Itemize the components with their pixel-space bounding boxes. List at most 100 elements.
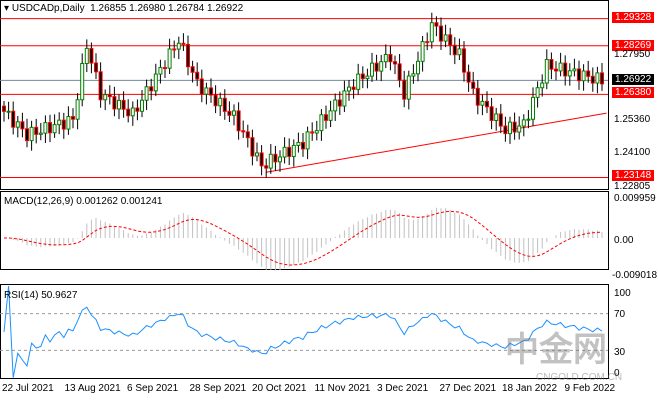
macd-tick: 0.00 bbox=[614, 235, 634, 246]
candle bbox=[429, 22, 434, 43]
candle bbox=[259, 152, 264, 167]
candle bbox=[255, 152, 259, 157]
candle bbox=[443, 34, 448, 42]
candle bbox=[117, 99, 121, 110]
candle bbox=[204, 87, 209, 95]
candle bbox=[402, 79, 407, 100]
candle bbox=[577, 68, 581, 82]
candle bbox=[190, 66, 195, 73]
candle bbox=[489, 106, 494, 122]
x-axis-label: 27 Dec 2021 bbox=[439, 383, 497, 394]
x-axis-label: 3 Dec 2021 bbox=[377, 383, 429, 394]
candle bbox=[236, 110, 241, 132]
candle bbox=[107, 94, 112, 98]
candle bbox=[475, 87, 480, 106]
candle bbox=[466, 71, 471, 83]
candle bbox=[232, 110, 236, 116]
candle bbox=[521, 119, 526, 127]
candle bbox=[301, 141, 305, 150]
y-tick: 1.22805 bbox=[614, 181, 651, 192]
x-axis-label: 22 Jul 2021 bbox=[2, 383, 54, 394]
candle bbox=[57, 119, 62, 126]
symbol: USDCADp,Daily bbox=[11, 3, 85, 14]
candle bbox=[328, 110, 333, 121]
candle bbox=[347, 86, 351, 92]
candle bbox=[278, 156, 282, 163]
candle bbox=[590, 75, 595, 84]
candle bbox=[38, 132, 43, 135]
current-price-label: 1.26922 bbox=[612, 74, 655, 85]
candle bbox=[540, 82, 545, 89]
candle bbox=[250, 137, 255, 157]
candle bbox=[48, 122, 52, 134]
x-axis-label: 9 Feb 2022 bbox=[564, 383, 616, 394]
macd-tick: -0.009018 bbox=[612, 270, 658, 281]
candle bbox=[80, 63, 85, 101]
y-tick: 1.24100 bbox=[614, 147, 651, 158]
candle bbox=[186, 43, 190, 68]
candle bbox=[457, 48, 462, 56]
candle bbox=[158, 67, 163, 75]
candle bbox=[176, 42, 181, 50]
x-axis-label: 20 Oct 2021 bbox=[252, 383, 307, 394]
candle bbox=[526, 118, 531, 121]
candle bbox=[121, 99, 126, 110]
candle bbox=[535, 87, 540, 98]
candle bbox=[485, 100, 489, 108]
candle bbox=[94, 62, 98, 73]
candle bbox=[195, 71, 200, 80]
candle bbox=[462, 48, 466, 73]
y-tick: 1.27950 bbox=[614, 49, 651, 60]
close-value: 1.26922 bbox=[206, 3, 244, 14]
candle bbox=[241, 130, 246, 133]
candle bbox=[512, 121, 517, 133]
candle bbox=[365, 75, 370, 80]
candle bbox=[25, 128, 29, 142]
candle bbox=[218, 97, 223, 107]
candle bbox=[296, 141, 301, 146]
candle bbox=[227, 110, 232, 116]
candle bbox=[29, 126, 34, 142]
candle bbox=[563, 62, 568, 77]
candle bbox=[34, 126, 39, 135]
candle bbox=[213, 94, 218, 107]
candle bbox=[581, 70, 586, 82]
candle bbox=[71, 116, 75, 120]
candle bbox=[167, 48, 172, 69]
candle bbox=[554, 68, 558, 72]
candle bbox=[503, 125, 508, 135]
candle bbox=[471, 81, 476, 89]
candle bbox=[544, 59, 549, 84]
candle bbox=[383, 54, 388, 63]
candle bbox=[517, 125, 522, 133]
candle bbox=[89, 47, 94, 64]
candle bbox=[393, 61, 397, 65]
candle bbox=[434, 22, 439, 27]
candle bbox=[567, 70, 572, 77]
candle bbox=[268, 153, 273, 169]
candle bbox=[388, 54, 393, 63]
candle bbox=[222, 97, 227, 112]
chart-window[interactable]: ▾ USDCADp,Daily 1.26855 1.26980 1.26784 … bbox=[0, 0, 658, 401]
candle bbox=[43, 122, 48, 134]
candle bbox=[2, 105, 6, 112]
candle bbox=[416, 60, 420, 75]
candle bbox=[135, 107, 140, 112]
candle bbox=[600, 72, 604, 85]
hline-label: 1.29328 bbox=[612, 12, 655, 23]
candle bbox=[172, 48, 177, 51]
candle bbox=[531, 96, 535, 120]
candle bbox=[572, 68, 577, 72]
candle bbox=[558, 62, 563, 72]
candle bbox=[282, 146, 287, 158]
candle bbox=[245, 131, 250, 139]
high-value: 1.26980 bbox=[129, 3, 166, 14]
candle bbox=[149, 86, 154, 92]
x-axis-label: 11 Nov 2021 bbox=[314, 383, 371, 394]
candle bbox=[333, 99, 338, 112]
candle bbox=[448, 34, 453, 46]
candle bbox=[52, 124, 57, 134]
candle bbox=[153, 73, 158, 92]
open-value: 1.26855 bbox=[90, 3, 127, 14]
candle bbox=[140, 99, 144, 112]
